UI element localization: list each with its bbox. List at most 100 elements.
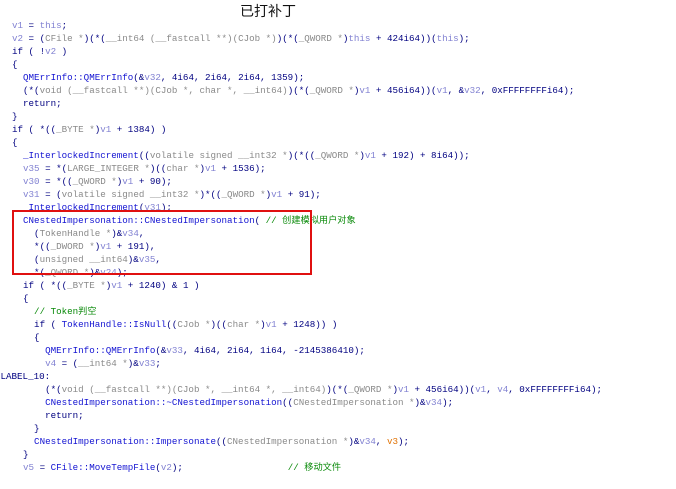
type-cast: CNestedImpersonation * (227, 436, 349, 447)
code-line: { (12, 292, 602, 305)
code-text: + 1240) & 1 ) (122, 280, 200, 291)
code-line: } (12, 422, 602, 435)
code-text: + 1536); (216, 163, 266, 174)
code-text: LABEL_10: (0, 371, 51, 382)
code-text: + 424i64))( (370, 33, 437, 44)
code-text: { (12, 137, 18, 148)
type-cast: _QWORD * (72, 176, 117, 187)
code-text: = *( (39, 163, 68, 174)
code-text: , 4i64, 2i64, 1i64, -2145386410); (182, 345, 365, 356)
code-text: } (12, 111, 18, 122)
type-cast: volatile signed __int32 * (61, 189, 200, 200)
code-line: v35 = *(LARGE_INTEGER *)((char *)v1 + 15… (12, 162, 602, 175)
code-text: , 0xFFFFFFFFi64); (480, 85, 575, 96)
code-label-line: LABEL_10: (1, 370, 603, 383)
variable: v2 (160, 462, 172, 473)
code-text: (( (166, 319, 178, 330)
code-text: , 4i64, 2i64, 2i64, 1359); (160, 72, 305, 83)
comment: // 移动文件 (287, 462, 342, 473)
code-line: CNestedImpersonation::~CNestedImpersonat… (12, 396, 602, 409)
code-text: (& (155, 345, 167, 356)
code-text: = ( (39, 189, 62, 200)
type-cast: __int64 * (78, 358, 128, 369)
code-text: } (12, 423, 40, 434)
code-text: )(*( (83, 33, 106, 44)
comment: // Token判空 (12, 306, 97, 317)
variable: this (39, 20, 62, 31)
variable: v1 (265, 319, 277, 330)
code-line: // Token判空 (12, 305, 602, 318)
code-text: + 91); (282, 189, 321, 200)
type-cast: volatile signed __int32 * (149, 150, 288, 161)
type-cast: CFile * (45, 33, 84, 44)
code-line: if ( *((_BYTE *)v1 + 1240) & 1 ) (12, 279, 602, 292)
code-text: )& (127, 358, 139, 369)
code-text: + 1384) ) (111, 124, 167, 135)
variable: v1 (364, 150, 376, 161)
code-text: return; (12, 410, 84, 421)
variable: v35 (12, 163, 40, 174)
variable: v4 (497, 384, 509, 395)
function-name: TokenHandle::IsNull (61, 319, 167, 330)
variable: v32 (144, 72, 161, 83)
code-text: { (12, 332, 40, 343)
variable: v31 (12, 189, 40, 200)
code-text: , (375, 436, 387, 447)
code-line: if ( TokenHandle::IsNull((CJob *)((char … (12, 318, 602, 331)
variable: v1 (271, 189, 283, 200)
code-text: return; (12, 98, 62, 109)
type-cast: __int64 (__fastcall **)(CJob *) (105, 33, 277, 44)
type-cast: _QWORD * (221, 189, 266, 200)
type-cast: _QWORD * (309, 85, 354, 96)
variable: v1 (359, 85, 371, 96)
code-text: (& (133, 72, 145, 83)
type-cast: char * (227, 319, 261, 330)
code-line: (*(void (__fastcall **)(CJob *, char *, … (12, 84, 602, 97)
function-name: QMErrInfo::QMErrInfo (12, 345, 156, 356)
code-text: , & (447, 85, 465, 96)
code-text: )(( (210, 319, 228, 330)
type-cast: _BYTE * (67, 280, 106, 291)
code-line: _InterlockedIncrement((volatile signed _… (12, 149, 602, 162)
code-line: return; (12, 409, 602, 422)
code-line: (*(void (__fastcall **)(CJob *, __int64 … (12, 383, 602, 396)
annotation-title: 已打补丁 (240, 4, 296, 20)
code-text: + 90); (133, 176, 172, 187)
code-text: { (12, 293, 29, 304)
code-text: )& (414, 397, 426, 408)
code-text: ); (442, 397, 454, 408)
type-cast: CJob * (177, 319, 211, 330)
highlight-box (12, 210, 312, 275)
code-line: v5 = CFile::MoveTempFile(v2); // 移动文件 (12, 461, 602, 474)
code-text: if ( ! (12, 46, 46, 57)
variable: this (348, 33, 371, 44)
variable: v33 (138, 358, 156, 369)
code-text: if ( *(( (12, 124, 57, 135)
code-text: )(*( (276, 33, 299, 44)
code-line: { (12, 136, 602, 149)
code-text: (( (282, 397, 294, 408)
code-text: if ( *(( (12, 280, 68, 291)
variable: v1 (122, 176, 134, 187)
code-text: = (23, 20, 40, 31)
variable: v5 (12, 462, 35, 473)
code-text: = ( (23, 33, 46, 44)
type-cast: _QWORD * (298, 33, 343, 44)
code-line: v1 = this; (12, 19, 602, 32)
variable: v1 (475, 384, 487, 395)
code-text: )(*( (287, 85, 310, 96)
code-text: ) (56, 46, 68, 57)
variable: v2 (45, 46, 57, 57)
code-text: (( (138, 150, 150, 161)
code-text: ; (155, 358, 161, 369)
code-text: ); (458, 33, 470, 44)
type-cast: _QWORD * (315, 150, 360, 161)
code-line: v30 = *((_QWORD *)v1 + 90); (12, 175, 602, 188)
code-line: if ( *((_BYTE *)v1 + 1384) ) (12, 123, 602, 136)
type-cast: LARGE_INTEGER * (67, 163, 150, 174)
code-line: QMErrInfo::QMErrInfo(&v33, 4i64, 2i64, 1… (12, 344, 602, 357)
code-text: = *(( (39, 176, 73, 187)
code-text: , 0xFFFFFFFFi64); (508, 384, 602, 395)
code-text: )(( (149, 163, 167, 174)
type-cast: CNestedImpersonation * (293, 397, 415, 408)
